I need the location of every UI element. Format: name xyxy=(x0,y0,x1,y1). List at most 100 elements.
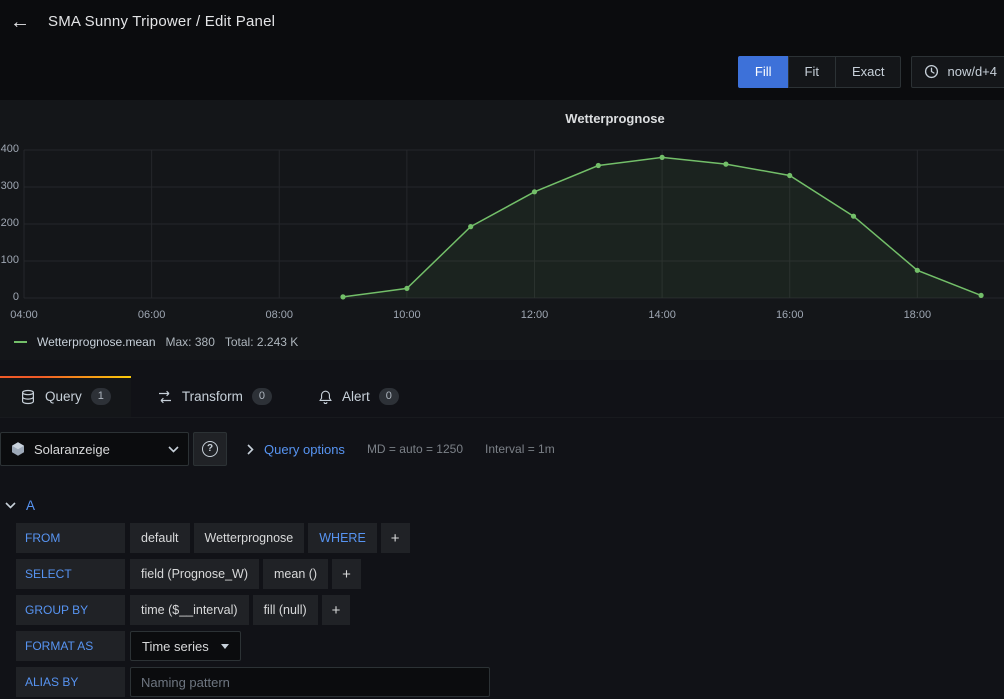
alias-by-label: ALIAS BY xyxy=(16,667,125,697)
time-range-label: now/d+4 xyxy=(947,64,997,79)
chart-legend: Wetterprognose.mean Max: 380 Total: 2.24… xyxy=(0,328,1004,349)
database-icon xyxy=(20,389,36,405)
format-as-select[interactable]: Time series xyxy=(130,631,241,661)
display-mode-exact-button[interactable]: Exact xyxy=(835,56,902,88)
data-point xyxy=(915,268,920,273)
group-by-add-button[interactable]: + xyxy=(322,595,351,625)
display-mode-fill-button[interactable]: Fill xyxy=(738,56,788,88)
x-axis-tick: 14:00 xyxy=(648,309,676,321)
datasource-name: Solaranzeige xyxy=(34,442,160,457)
transform-icon xyxy=(157,389,173,405)
data-point xyxy=(340,294,345,299)
group-by-time-segment[interactable]: time ($__interval) xyxy=(130,595,249,625)
data-point xyxy=(660,155,665,160)
line-chart-svg xyxy=(0,136,1004,306)
series-area xyxy=(343,157,981,298)
panel-toolbar: Fill Fit Exact now/d+4 xyxy=(0,43,1004,100)
data-point xyxy=(596,163,601,168)
x-axis-tick: 04:00 xyxy=(10,309,38,321)
alias-by-row: ALIAS BY xyxy=(16,667,1004,697)
from-measurement-segment[interactable]: Wetterprognose xyxy=(194,523,305,553)
datasource-row: Solaranzeige ? Query options MD = auto =… xyxy=(0,432,1004,466)
data-point xyxy=(532,189,537,194)
query-options-md-summary: MD = auto = 1250 xyxy=(367,442,463,456)
select-mean-segment[interactable]: mean () xyxy=(263,559,328,589)
datasource-icon xyxy=(10,441,26,457)
x-axis-tick: 16:00 xyxy=(776,309,804,321)
x-axis: 04:00 06:00 08:00 10:00 12:00 14:00 16:00 18:00 xyxy=(0,306,1004,328)
legend-total-value: Total: 2.243 K xyxy=(225,335,298,349)
question-circle-icon: ? xyxy=(202,441,218,457)
select-field-segment[interactable]: field (Prognose_W) xyxy=(130,559,259,589)
query-options-label: Query options xyxy=(264,442,345,457)
caret-down-icon xyxy=(221,644,229,649)
format-as-row: FORMAT AS Time series xyxy=(16,631,1004,661)
query-ref-header[interactable]: A xyxy=(5,498,1004,513)
chevron-right-icon xyxy=(247,444,254,455)
from-add-button[interactable]: + xyxy=(381,523,410,553)
datasource-picker[interactable]: Solaranzeige xyxy=(0,432,189,466)
chart-plot-area[interactable]: 0 100 200 300 400 xyxy=(0,136,1004,306)
page-title: SMA Sunny Tripower / Edit Panel xyxy=(48,13,275,30)
datasource-help-button[interactable]: ? xyxy=(193,432,227,466)
chevron-down-icon xyxy=(168,446,179,453)
y-axis-tick: 200 xyxy=(0,217,19,229)
select-add-button[interactable]: + xyxy=(332,559,361,589)
back-button[interactable]: ← xyxy=(4,6,36,38)
format-as-label: FORMAT AS xyxy=(16,631,125,661)
display-mode-fit-button[interactable]: Fit xyxy=(788,56,835,88)
x-axis-tick: 06:00 xyxy=(138,309,166,321)
influx-query-editor: FROM default Wetterprognose WHERE + SELE… xyxy=(16,523,1004,697)
y-axis-tick: 0 xyxy=(0,291,19,303)
x-axis-tick: 08:00 xyxy=(265,309,293,321)
tab-transform-label: Transform xyxy=(182,389,243,404)
tab-query[interactable]: Query 1 xyxy=(0,376,131,417)
panel-title: Wetterprognose xyxy=(0,100,1004,136)
query-options-interval-summary: Interval = 1m xyxy=(485,442,555,456)
editor-tabs: Query 1 Transform 0 Alert 0 xyxy=(0,376,1004,418)
format-as-value: Time series xyxy=(142,639,209,654)
data-point xyxy=(723,162,728,167)
chart-panel: Wetterprognose 0100200300400 04:0006:000… xyxy=(0,100,1004,360)
y-axis-tick: 100 xyxy=(0,254,19,266)
tab-transform[interactable]: Transform 0 xyxy=(137,376,292,417)
query-options-toggle[interactable]: Query options xyxy=(247,442,345,457)
display-mode-group: Fill Fit Exact xyxy=(738,56,902,88)
tab-query-count-badge: 1 xyxy=(91,388,111,405)
top-header: ← SMA Sunny Tripower / Edit Panel xyxy=(0,0,1004,43)
data-point xyxy=(404,286,409,291)
x-axis-tick: 18:00 xyxy=(904,309,932,321)
x-axis-tick: 10:00 xyxy=(393,309,421,321)
y-axis-tick: 400 xyxy=(0,143,19,155)
select-label: SELECT xyxy=(16,559,125,589)
time-range-button[interactable]: now/d+4 xyxy=(911,56,1004,88)
tab-alert-count-badge: 0 xyxy=(379,388,399,405)
from-retention-segment[interactable]: default xyxy=(130,523,190,553)
tab-alert-label: Alert xyxy=(342,389,370,404)
back-arrow-icon: ← xyxy=(10,12,30,32)
x-axis-tick: 12:00 xyxy=(521,309,549,321)
from-label: FROM xyxy=(16,523,125,553)
data-point xyxy=(468,224,473,229)
group-by-label: GROUP BY xyxy=(16,595,125,625)
bell-icon xyxy=(318,389,333,405)
y-axis-tick: 300 xyxy=(0,180,19,192)
group-by-fill-segment[interactable]: fill (null) xyxy=(253,595,318,625)
clock-icon xyxy=(924,64,939,79)
series-color-swatch xyxy=(14,341,27,343)
data-point xyxy=(787,173,792,178)
from-row: FROM default Wetterprognose WHERE + xyxy=(16,523,1004,553)
legend-max-value: Max: 380 xyxy=(166,335,215,349)
query-ref-id: A xyxy=(26,498,35,513)
alias-by-input[interactable] xyxy=(130,667,490,697)
where-keyword-segment[interactable]: WHERE xyxy=(308,523,377,553)
tab-alert[interactable]: Alert 0 xyxy=(298,376,419,417)
legend-series-label[interactable]: Wetterprognose.mean xyxy=(37,335,156,349)
data-point xyxy=(979,293,984,298)
data-point xyxy=(851,214,856,219)
tab-transform-count-badge: 0 xyxy=(252,388,272,405)
tab-query-label: Query xyxy=(45,389,82,404)
collapse-chevron-icon xyxy=(5,502,16,509)
select-row: SELECT field (Prognose_W) mean () + xyxy=(16,559,1004,589)
group-by-row: GROUP BY time ($__interval) fill (null) … xyxy=(16,595,1004,625)
